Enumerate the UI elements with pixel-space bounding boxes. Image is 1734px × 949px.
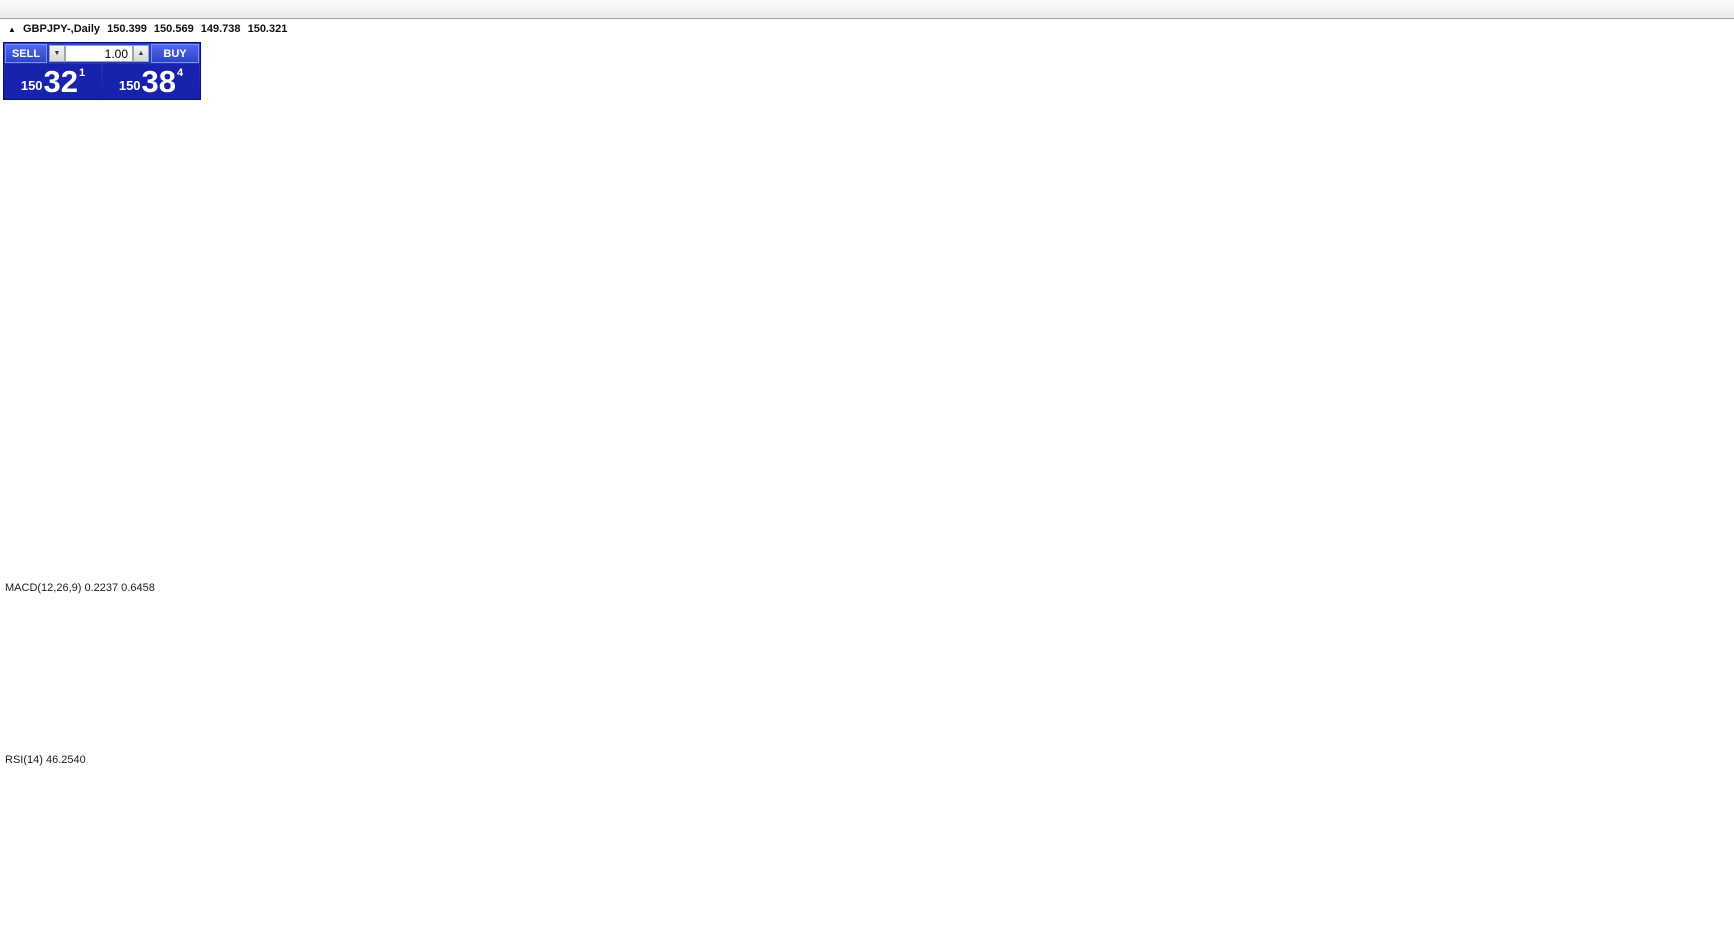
- volume-down-button[interactable]: ▼: [49, 45, 65, 62]
- one-click-trading-panel: SELL ▼ 1.00 ▲ BUY 150321 150384: [3, 42, 201, 100]
- buy-price-big: 38: [142, 67, 176, 97]
- chart-canvas[interactable]: [0, 0, 1734, 949]
- buy-button[interactable]: BUY: [151, 44, 199, 63]
- sell-price-button[interactable]: 150321: [5, 64, 101, 98]
- ohlc-close: 150.321: [248, 23, 288, 35]
- buy-price-small: 150: [119, 78, 141, 93]
- ohlc-open: 150.399: [107, 23, 147, 35]
- symbol-title: GBPJPY-,Daily: [23, 23, 100, 35]
- macd-indicator-label: MACD(12,26,9) 0.2237 0.6458: [5, 582, 155, 594]
- volume-input[interactable]: 1.00: [65, 45, 133, 62]
- sell-button[interactable]: SELL: [5, 44, 47, 63]
- toolbar: [0, 0, 1734, 19]
- sell-price-sup: 1: [79, 67, 85, 79]
- buy-price-button[interactable]: 150384: [103, 64, 199, 98]
- ohlc-high: 150.569: [154, 23, 194, 35]
- ohlc-low: 149.738: [201, 23, 241, 35]
- rsi-indicator-label: RSI(14) 46.2540: [5, 754, 86, 766]
- buy-price-sup: 4: [177, 67, 183, 79]
- symbol-header: ▲ GBPJPY-,Daily 150.399 150.569 149.738 …: [8, 23, 291, 35]
- collapse-icon[interactable]: ▲: [8, 25, 16, 34]
- sell-price-big: 32: [44, 67, 78, 97]
- volume-up-button[interactable]: ▲: [133, 45, 149, 62]
- sell-price-small: 150: [21, 78, 43, 93]
